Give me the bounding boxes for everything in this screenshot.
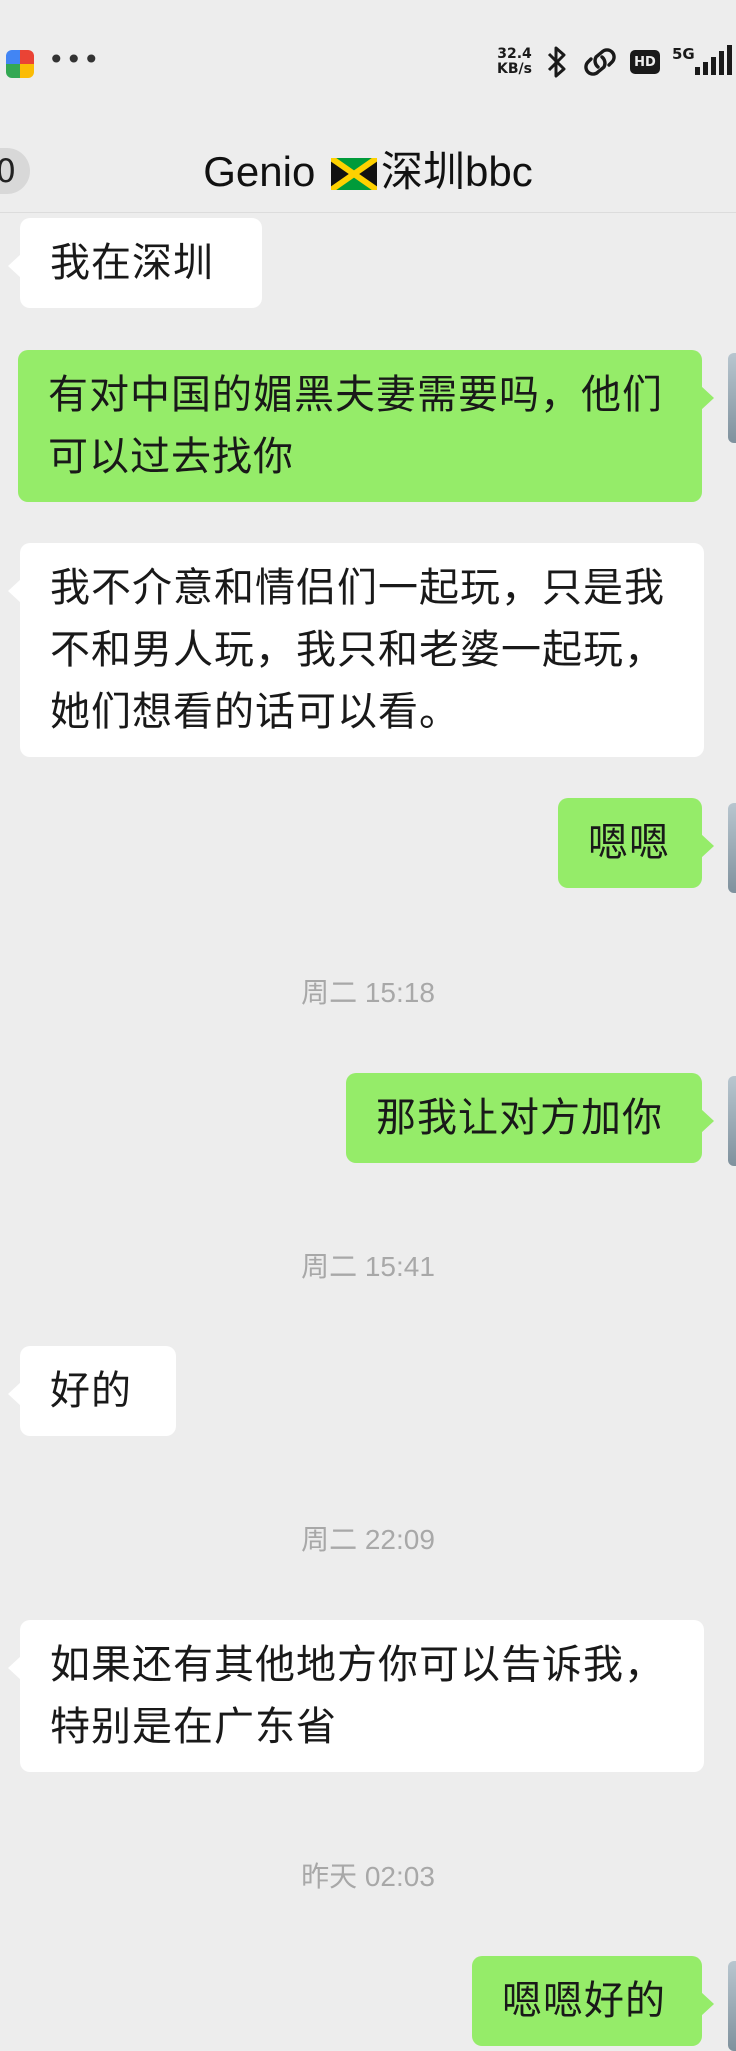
status-right: 32.4 KB/s HD 5G <box>497 42 732 82</box>
message-text: 嗯嗯好的 <box>502 1978 666 2024</box>
hd-icon: HD <box>630 50 660 74</box>
message-bubble-outgoing[interactable]: 嗯嗯好的 <box>472 1956 714 2046</box>
message-text: 有对中国的媚黑夫妻需要吗，他们可以过去找你 <box>48 372 663 480</box>
message-bubble-incoming[interactable]: 如果还有其他地方你可以告诉我，特别是在广东省 <box>8 1620 704 1772</box>
bluetooth-icon <box>544 45 570 79</box>
message-timestamp: 昨天 02:03 <box>301 1861 435 1892</box>
app-icon <box>6 50 34 78</box>
signal-bars <box>695 45 732 75</box>
self-avatar[interactable] <box>728 1076 736 1166</box>
message-text: 我在深圳 <box>50 240 214 286</box>
message-text: 那我让对方加你 <box>376 1095 663 1141</box>
chat-header: 0 Genio 深圳bbc <box>0 120 736 213</box>
network-type-label: 5G <box>672 45 695 63</box>
self-avatar[interactable] <box>728 1961 736 2051</box>
jamaica-flag-icon <box>331 158 378 190</box>
message-timestamp: 周二 15:18 <box>301 977 435 1008</box>
message-text: 我不介意和情侣们一起玩，只是我不和男人玩，我只和老婆一起玩，她们想看的话可以看。 <box>50 565 665 735</box>
chat-title-name: Genio <box>203 148 316 195</box>
signal-icon: 5G <box>672 45 732 79</box>
chat-message-list[interactable]: 我在深圳 有对中国的媚黑夫妻需要吗，他们可以过去找你 我不介意和情侣们一起玩，只… <box>0 213 736 2051</box>
message-bubble-incoming[interactable]: 好的 <box>8 1346 176 1436</box>
network-speed-unit: KB/s <box>497 61 532 77</box>
message-bubble-incoming[interactable]: 我不介意和情侣们一起玩，只是我不和男人玩，我只和老婆一起玩，她们想看的话可以看。 <box>8 543 704 757</box>
message-bubble-incoming[interactable]: 我在深圳 <box>8 218 262 308</box>
message-text: 如果还有其他地方你可以告诉我，特别是在广东省 <box>50 1642 665 1750</box>
message-text: 嗯嗯 <box>588 820 670 866</box>
message-bubble-outgoing[interactable]: 嗯嗯 <box>558 798 714 888</box>
message-bubble-outgoing[interactable]: 有对中国的媚黑夫妻需要吗，他们可以过去找你 <box>18 350 714 502</box>
status-left: ••• <box>6 46 101 78</box>
network-speed: 32.4 KB/s <box>497 47 532 77</box>
more-dots-icon: ••• <box>48 43 101 76</box>
chat-title-suffix: 深圳bbc <box>381 148 533 195</box>
message-timestamp: 周二 15:41 <box>301 1251 435 1282</box>
chat-title: Genio 深圳bbc <box>0 146 736 198</box>
message-text: 好的 <box>50 1368 132 1414</box>
network-speed-value: 32.4 <box>497 46 532 62</box>
link-icon <box>582 47 618 77</box>
message-bubble-outgoing[interactable]: 那我让对方加你 <box>346 1073 714 1163</box>
self-avatar[interactable] <box>728 353 736 443</box>
status-bar: ••• 32.4 KB/s HD 5G <box>0 0 736 120</box>
message-timestamp: 周二 22:09 <box>301 1524 435 1555</box>
self-avatar[interactable] <box>728 803 736 893</box>
